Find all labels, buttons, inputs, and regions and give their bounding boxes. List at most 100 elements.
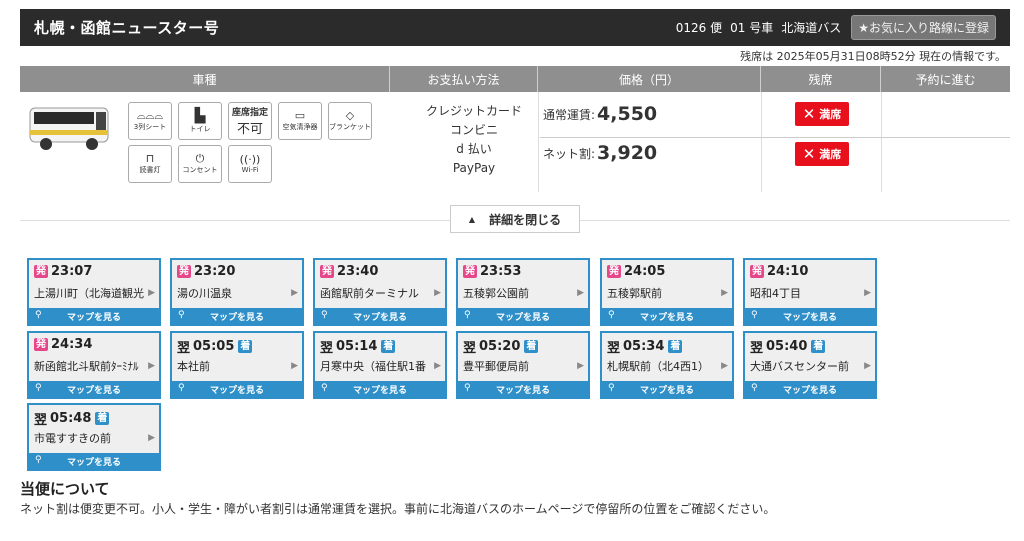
stop-card[interactable]: 翌 05:14 着月寒中央（福住駅1番 ▶ ⚲ マップを見る (313, 331, 447, 399)
stop-name: 五稜郭公園前 (463, 287, 529, 300)
favorite-route-button[interactable]: ★お気に入り路線に登録 (851, 15, 996, 40)
view-map-button[interactable]: ⚲ マップを見る (458, 308, 588, 324)
stop-time-value: 05:34 (623, 339, 665, 354)
stop-time-value: 24:05 (624, 264, 666, 279)
play-arrow-icon: ▶ (864, 361, 871, 371)
next-day-label: 翌 (34, 413, 48, 428)
view-map-label: マップを見る (495, 385, 550, 396)
reading-light-icon: ⊓ 読書灯 (128, 145, 172, 183)
arrival-badge: 着 (381, 340, 396, 353)
arrival-badge: 着 (238, 340, 253, 353)
view-map-button[interactable]: ⚲ マップを見る (29, 453, 159, 469)
play-arrow-icon: ▶ (434, 361, 441, 371)
stop-time: 翌 05:20 着 (463, 337, 539, 356)
stop-card[interactable]: 発 23:20 湯の川温泉 ▶ ⚲ マップを見る (170, 258, 304, 326)
seat-status-timestamp: 残席は 2025年05月31日08時52分 現在の情報です。 (740, 50, 1006, 63)
departure-badge: 発 (607, 265, 621, 278)
stop-time-value: 05:05 (193, 339, 235, 354)
map-pin-icon: ⚲ (178, 383, 185, 393)
stop-time: 発 24:05 (607, 264, 665, 279)
stop-card[interactable]: 発 23:53 五稜郭公園前 ▶ ⚲ マップを見る (456, 258, 590, 326)
play-arrow-icon: ▶ (721, 361, 728, 371)
play-arrow-icon: ▶ (864, 288, 871, 298)
stop-card[interactable]: 翌 05:20 着豊平郵便局前 ▶ ⚲ マップを見る (456, 331, 590, 399)
stop-time: 翌 05:14 着 (320, 337, 396, 356)
arrival-badge: 着 (524, 340, 539, 353)
blanket-icon: ◇ ブランケット (328, 102, 372, 140)
stop-card[interactable]: 翌 05:34 着札幌駅前（北4西1） ▶ ⚲ マップを見る (600, 331, 734, 399)
close-details-button[interactable]: ▲ 詳細を閉じる (450, 205, 580, 233)
view-map-button[interactable]: ⚲ マップを見る (315, 381, 445, 397)
stop-time-value: 23:40 (337, 264, 379, 279)
air-purifier-icon: ▭ 空気清浄器 (278, 102, 322, 140)
stop-card[interactable]: 発 24:34 新函館北斗駅前ﾀｰﾐﾅﾙ ▶ ⚲ マップを見る (27, 331, 161, 399)
stop-time: 発 24:10 (750, 264, 808, 279)
car-number: 01 号車 (730, 21, 774, 35)
map-pin-icon: ⚲ (35, 455, 42, 465)
view-map-button[interactable]: ⚲ マップを見る (458, 381, 588, 397)
map-pin-icon: ⚲ (464, 310, 471, 320)
route-title: 札幌・函館ニュースター号 (34, 19, 220, 37)
close-icon: ✕ (802, 145, 816, 163)
departure-badge: 発 (463, 265, 477, 278)
view-map-button[interactable]: ⚲ マップを見る (602, 308, 732, 324)
stop-card[interactable]: 発 24:05 五稜郭駅前 ▶ ⚲ マップを見る (600, 258, 734, 326)
stop-time-value: 23:07 (51, 264, 93, 279)
stop-card[interactable]: 翌 05:40 着大通バスセンター前 ▶ ⚲ マップを見る (743, 331, 877, 399)
stop-name: 大通バスセンター前 (750, 360, 849, 373)
stop-time: 翌 05:40 着 (750, 337, 826, 356)
stop-time-value: 23:53 (480, 264, 522, 279)
map-pin-icon: ⚲ (178, 310, 185, 320)
stop-time: 翌 05:34 着 (607, 337, 683, 356)
map-pin-icon: ⚲ (464, 383, 471, 393)
view-map-label: マップを見る (352, 385, 407, 396)
view-map-button[interactable]: ⚲ マップを見る (745, 308, 875, 324)
col-seats: 残席 (761, 66, 881, 92)
arrival-badge: 着 (95, 412, 110, 425)
route-info: 0126 便 01 号車 北海道バス ★お気に入り路線に登録 (668, 15, 996, 40)
view-map-label: マップを見る (66, 312, 121, 323)
view-map-button[interactable]: ⚲ マップを見る (315, 308, 445, 324)
stop-name: 函館駅前ターミナル (320, 287, 419, 300)
stop-card[interactable]: 発 24:10 昭和4丁目 ▶ ⚲ マップを見る (743, 258, 877, 326)
col-reserve: 予約に進む (915, 72, 976, 87)
net-fare: ネット割: 3,920 (543, 142, 658, 164)
stop-name: 市電すすきの前 (34, 432, 111, 445)
view-map-button[interactable]: ⚲ マップを見る (29, 308, 159, 324)
stop-time-value: 05:40 (766, 339, 808, 354)
view-map-label: マップを見る (209, 385, 264, 396)
stop-card[interactable]: 翌 05:05 着本社前 ▶ ⚲ マップを見る (170, 331, 304, 399)
view-map-button[interactable]: ⚲ マップを見る (29, 381, 159, 397)
payment-methods: クレジットカード コンビニ d 払い PayPay (420, 102, 528, 178)
play-arrow-icon: ▶ (721, 288, 728, 298)
notes-body: ネット割は便変更不可。小人・学生・障がい者割引は通常運賃を選択。事前に北海道バス… (20, 502, 776, 516)
stop-card[interactable]: 発 23:07 上湯川町（北海道観光 ▶ ⚲ マップを見る (27, 258, 161, 326)
stop-card[interactable]: 発 23:40 函館駅前ターミナル ▶ ⚲ マップを見る (313, 258, 447, 326)
view-map-button[interactable]: ⚲ マップを見る (745, 381, 875, 397)
stop-name: 月寒中央（福住駅1番 (320, 360, 426, 373)
table-header: 車種 お支払い方法 価格（円） 残席 予約に進む (20, 66, 1010, 92)
stop-name: 昭和4丁目 (750, 287, 801, 300)
stop-name: 本社前 (177, 360, 210, 373)
stop-time-value: 05:14 (336, 339, 378, 354)
sold-out-badge-regular: ✕ 満席 (795, 102, 849, 126)
caret-up-icon: ▲ (468, 214, 476, 224)
view-map-button[interactable]: ⚲ マップを見る (172, 381, 302, 397)
stop-name: 豊平郵便局前 (463, 360, 529, 373)
view-map-button[interactable]: ⚲ マップを見る (602, 381, 732, 397)
play-arrow-icon: ▶ (291, 288, 298, 298)
stop-card[interactable]: 翌 05:48 着市電すすきの前 ▶ ⚲ マップを見る (27, 403, 161, 471)
departure-badge: 発 (320, 265, 334, 278)
map-pin-icon: ⚲ (608, 310, 615, 320)
view-map-button[interactable]: ⚲ マップを見る (172, 308, 302, 324)
wifi-icon: ((·)) Wi-Fi (228, 145, 272, 183)
regular-fare: 通常運賃: 4,550 (543, 103, 658, 125)
map-pin-icon: ⚲ (751, 383, 758, 393)
net-fare-value: 3,920 (597, 142, 658, 164)
seat-icon: ⌓⌓⌓ 3列シート (128, 102, 172, 140)
toilet-icon: ▙ トイレ (178, 102, 222, 140)
departure-badge: 発 (34, 265, 48, 278)
play-arrow-icon: ▶ (148, 361, 155, 371)
close-icon: ✕ (802, 105, 816, 123)
stop-time-value: 24:10 (767, 264, 809, 279)
